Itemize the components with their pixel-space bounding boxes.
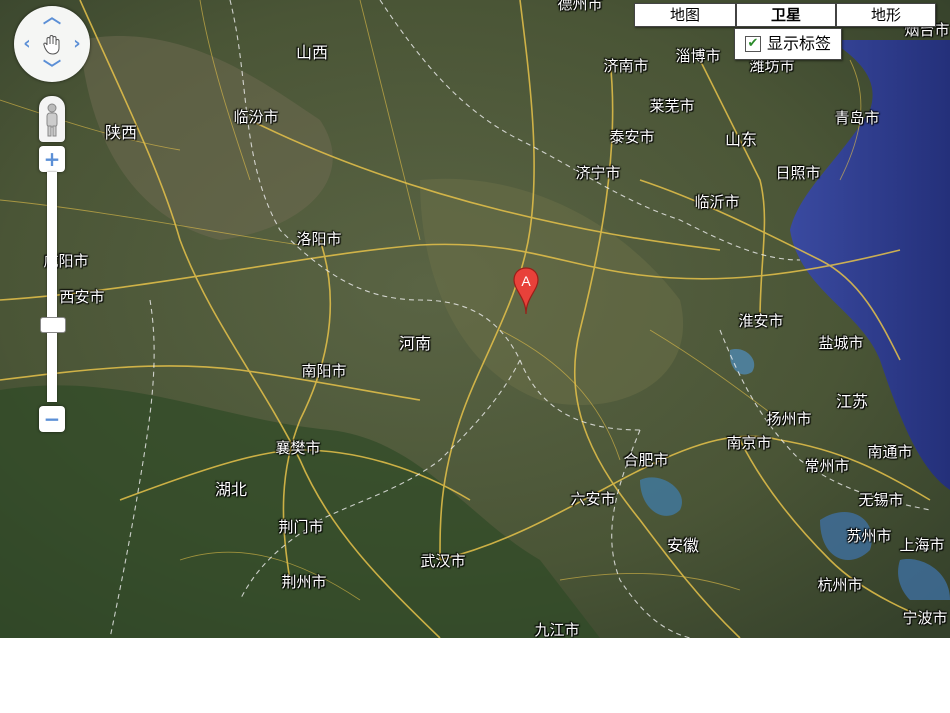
city-label-jingzhou: 荆州市: [281, 573, 327, 591]
city-label-laiwu: 莱芜市: [649, 97, 695, 115]
city-label-zibo: 淄博市: [675, 47, 721, 65]
zoom-slider-track[interactable]: [47, 172, 57, 402]
satellite-map[interactable]: 山西 陕西 山东 河南 湖北 江苏 安徽 济南市 淄博市 潍坊市 青岛市 莱芜市…: [0, 0, 950, 638]
city-label-jingmen: 荆门市: [278, 518, 324, 536]
checkbox-checked-icon[interactable]: ✔: [745, 36, 761, 52]
province-label-hubei: 湖北: [214, 480, 248, 499]
city-label-ningbo: 宁波市: [902, 609, 948, 627]
city-label-hangzhou: 杭州市: [817, 576, 863, 594]
city-label-jinan: 济南市: [603, 57, 649, 75]
minus-icon: −: [43, 407, 61, 431]
city-label-hefei: 合肥市: [623, 451, 669, 469]
map-marker-a[interactable]: A: [512, 266, 540, 316]
zoom-out-button[interactable]: −: [39, 406, 65, 432]
zoom-control[interactable]: + −: [39, 96, 66, 434]
pan-left-icon[interactable]: ‹: [17, 34, 37, 54]
city-label-xian: 西安市: [59, 288, 105, 306]
province-label-shandong: 山东: [724, 130, 758, 149]
map-type-satellite-button[interactable]: 卫星: [736, 3, 836, 27]
pan-down-icon[interactable]: ﹀: [42, 60, 62, 80]
city-label-jining: 济宁市: [575, 164, 621, 182]
zoom-in-button[interactable]: +: [39, 146, 65, 172]
city-label-taian: 泰安市: [609, 128, 655, 146]
city-label-luan: 六安市: [570, 490, 616, 508]
pan-up-icon[interactable]: ︿: [42, 8, 62, 28]
city-label-shanghai: 上海市: [899, 536, 945, 554]
province-label-jiangsu: 江苏: [835, 392, 869, 411]
city-label-xiangfan: 襄樊市: [275, 439, 321, 457]
city-label-luoyang: 洛阳市: [296, 230, 342, 248]
map-type-map-button[interactable]: 地图: [634, 3, 736, 27]
pegman-icon[interactable]: [39, 96, 65, 142]
city-label-dezhou: 德州市: [557, 0, 603, 13]
city-label-nanyang: 南阳市: [301, 362, 347, 380]
city-label-nanjing: 南京市: [726, 434, 772, 452]
city-label-nantong: 南通市: [867, 443, 913, 461]
marker-pin-icon: A: [513, 267, 539, 315]
city-label-weifang: 潍坊市: [749, 57, 795, 75]
city-label-yangzhou: 扬州市: [766, 410, 812, 428]
show-labels-toggle[interactable]: ✔ 显示标签: [734, 28, 842, 60]
map-type-terrain-button[interactable]: 地形: [836, 3, 936, 27]
city-label-rizhao: 日照市: [775, 164, 821, 182]
city-label-wuhan: 武汉市: [420, 552, 466, 570]
city-label-huaian: 淮安市: [738, 312, 784, 330]
zoom-slider-handle[interactable]: [40, 317, 66, 333]
city-label-linfen: 临汾市: [233, 108, 279, 126]
city-label-suzhou: 苏州市: [846, 527, 892, 545]
pan-control[interactable]: ︿ ﹀ ‹ ›: [14, 6, 90, 82]
province-label-anhui: 安徽: [666, 536, 700, 555]
province-label-henan: 河南: [398, 334, 432, 353]
city-label-jiujiang: 九江市: [534, 621, 580, 638]
province-label-shaanxi: 陕西: [104, 123, 138, 142]
map-imagery: [0, 0, 950, 638]
plus-icon: +: [43, 147, 61, 171]
province-label-shanxi: 山西: [295, 43, 329, 62]
city-label-qingdao: 青岛市: [834, 109, 880, 127]
city-label-linyi: 临沂市: [694, 193, 740, 211]
marker-letter: A: [521, 273, 531, 289]
hand-icon[interactable]: [41, 33, 63, 55]
show-labels-label: 显示标签: [767, 34, 832, 53]
pan-right-icon[interactable]: ›: [67, 34, 87, 54]
city-label-yancheng: 盐城市: [818, 334, 864, 352]
city-label-changzhou: 常州市: [804, 457, 850, 475]
city-label-wuxi: 无锡市: [858, 491, 904, 509]
